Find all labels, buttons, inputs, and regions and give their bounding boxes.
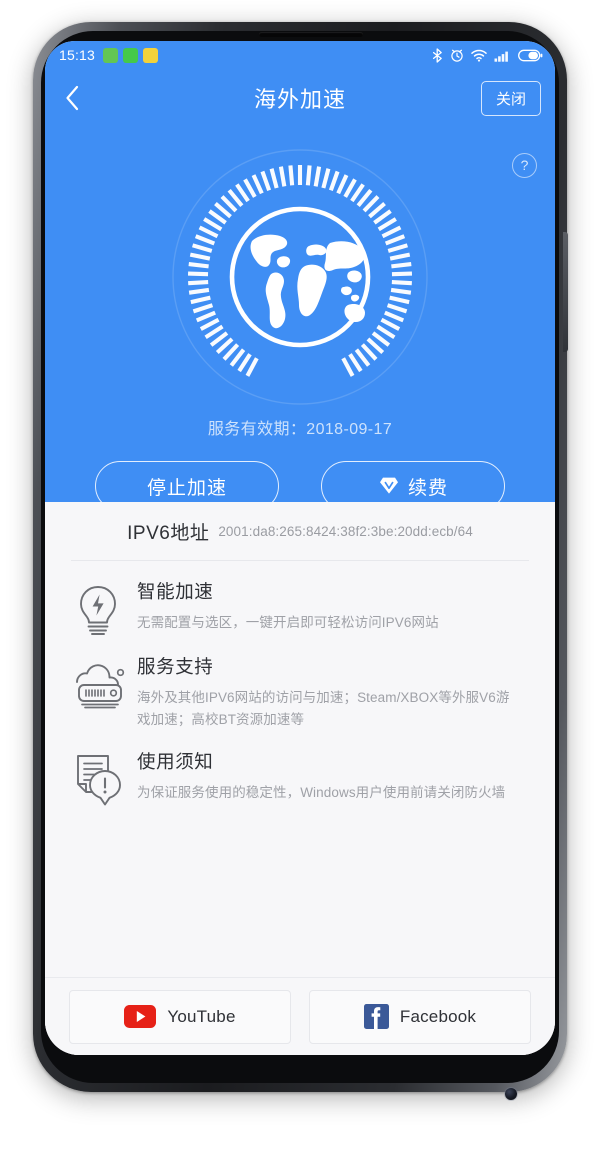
feature-description: 海外及其他IPV6网站的访问与加速；Steam/XBOX等外服V6游戏加速；高校… (137, 690, 510, 727)
app-icon-green (103, 47, 119, 63)
feature-text: 使用须知 为保证服务使用的稳定性，Windows用户使用前请关闭防火墙 (137, 748, 525, 804)
ipv6-label: IPV6地址 (127, 522, 210, 544)
wifi-icon (471, 49, 487, 62)
stop-acceleration-label: 停止加速 (146, 477, 227, 499)
service-validity: 服务有效期：2018-09-17 (207, 421, 393, 438)
facebook-button[interactable]: Facebook (309, 989, 531, 1044)
feature-item-usage-notice: 使用须知 为保证服务使用的稳定性，Windows用户使用前请关闭防火墙 (45, 731, 555, 806)
globe-graphic (168, 145, 432, 409)
content-area: IPV6地址 2001:da8:265:8424:38f2:3be:20dd:e… (45, 502, 555, 1055)
feature-text: 服务支持 海外及其他IPV6网站的访问与加速；Steam/XBOX等外服V6游戏… (137, 653, 525, 731)
ipv6-address-row: IPV6地址 2001:da8:265:8424:38f2:3be:20dd:e… (45, 502, 555, 560)
feature-item-smart-acceleration: 智能加速 无需配置与选区，一键开启即可轻松访问IPV6网站 (45, 561, 555, 636)
close-button[interactable]: 关闭 (480, 80, 541, 116)
document-alert-icon-wrap (75, 748, 137, 806)
status-time: 15:13 (59, 47, 96, 63)
facebook-label: Facebook (399, 1006, 477, 1026)
app-header: 海外加速 关闭 (45, 69, 555, 127)
feature-title: 智能加速 (137, 581, 214, 602)
feature-item-service-support: 服务支持 海外及其他IPV6网站的访问与加速；Steam/XBOX等外服V6游戏… (45, 636, 555, 731)
notification-icon-group (103, 47, 159, 63)
battery-icon (518, 49, 543, 61)
feature-title: 使用须知 (137, 750, 214, 772)
feature-title: 服务支持 (137, 656, 214, 677)
document-alert-icon (77, 754, 121, 806)
page-title: 海外加速 (253, 87, 346, 112)
signal-icon (494, 51, 508, 62)
lightbulb-icon (80, 586, 116, 635)
youtube-label: YouTube (167, 1006, 236, 1026)
bluetooth-icon (432, 47, 442, 63)
facebook-icon (363, 1004, 389, 1029)
help-icon[interactable]: ? (512, 153, 537, 178)
phone-screen: 15:13 海外加速 关闭 ? 服务有效期：2018-09-17 停止加速 续费… (45, 41, 555, 1055)
feature-text: 智能加速 无需配置与选区，一键开启即可轻松访问IPV6网站 (137, 578, 525, 634)
globe-icon (172, 149, 428, 405)
lightbulb-icon-wrap (75, 578, 137, 636)
ipv6-value: 2001:da8:265:8424:38f2:3be:20dd:ecb/64 (218, 523, 473, 539)
alarm-icon (451, 49, 463, 62)
cloud-server-icon-wrap (75, 653, 137, 711)
wechat-icon (123, 47, 139, 63)
power-button[interactable] (563, 232, 568, 352)
vip-diamond-icon (379, 477, 398, 494)
status-bar: 15:13 (45, 41, 555, 69)
youtube-button[interactable]: YouTube (69, 989, 291, 1044)
feature-description: 为保证服务使用的稳定性，Windows用户使用前请关闭防火墙 (137, 784, 506, 800)
earpiece-speaker (259, 32, 363, 37)
weibo-icon (143, 47, 159, 63)
hero-panel: ? 服务有效期：2018-09-17 停止加速 续费 (45, 127, 555, 511)
feature-description: 无需配置与选区，一键开启即可轻松访问IPV6网站 (137, 615, 439, 630)
chevron-left-icon (65, 85, 78, 111)
social-links-bar: YouTube Facebook (45, 977, 555, 1055)
youtube-icon (124, 1005, 157, 1028)
system-icon-group (432, 47, 543, 63)
cloud-server-icon (76, 664, 125, 709)
renew-label: 续费 (407, 477, 448, 499)
back-button[interactable] (45, 69, 99, 127)
front-camera (505, 1088, 517, 1100)
